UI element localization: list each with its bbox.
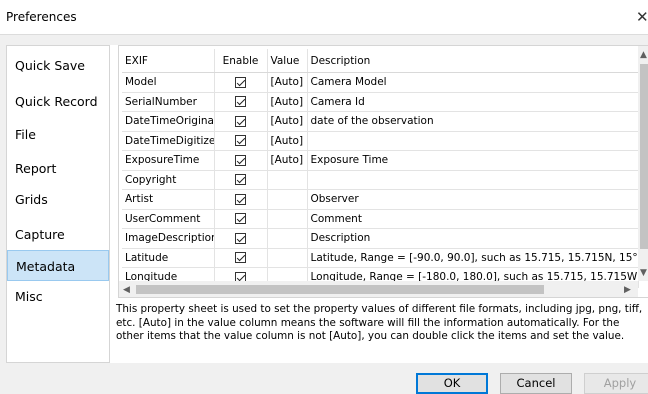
sidebar-item-capture[interactable]: Capture	[7, 219, 109, 250]
exif-tag-cell: ImageDescription	[122, 228, 215, 249]
enable-checkbox[interactable]	[235, 193, 246, 205]
sidebar-item-metadata[interactable]: Metadata	[7, 250, 109, 281]
exif-tag-cell: DateTimeDigitized	[122, 131, 215, 151]
table-row[interactable]: ImageDescription Description	[122, 228, 639, 249]
value-cell[interactable]	[267, 248, 308, 268]
exif-table: EXIF Enable Value Description Model [Aut…	[122, 49, 639, 288]
value-cell[interactable]: [Auto]	[267, 111, 308, 132]
enable-checkbox[interactable]	[235, 96, 246, 108]
exif-tag-cell: Latitude	[122, 248, 215, 268]
sidebar-item-quick-record[interactable]: Quick Record	[7, 86, 109, 117]
description-cell[interactable]	[307, 131, 639, 151]
description-cell[interactable]: Camera Model	[307, 72, 639, 93]
column-header-exif[interactable]: EXIF	[122, 49, 215, 73]
exif-tag-cell: DateTimeOriginal	[122, 111, 215, 132]
table-row[interactable]: ExposureTime [Auto] Exposure Time	[122, 150, 639, 171]
enable-checkbox[interactable]	[235, 213, 246, 225]
enable-checkbox[interactable]	[235, 154, 246, 166]
value-cell[interactable]: [Auto]	[267, 72, 308, 93]
table-row[interactable]: Artist Observer	[122, 189, 639, 210]
exif-tag-cell: Model	[122, 72, 215, 93]
metadata-panel: EXIF Enable Value Description Model [Aut…	[110, 45, 648, 363]
enable-checkbox[interactable]	[235, 115, 246, 127]
description-cell[interactable]: Comment	[307, 209, 639, 229]
exif-tag-cell: UserComment	[122, 209, 215, 229]
description-cell[interactable]: Observer	[307, 189, 639, 210]
value-cell[interactable]: [Auto]	[267, 92, 308, 112]
description-cell[interactable]: Latitude, Range = [-90.0, 90.0], such as…	[307, 248, 639, 268]
window-title: Preferences	[6, 10, 77, 24]
sidebar-item-quick-save[interactable]: Quick Save	[7, 50, 109, 81]
value-cell[interactable]	[267, 228, 308, 249]
enable-cell	[214, 170, 268, 190]
scroll-left-icon[interactable]: ◀	[123, 285, 130, 295]
table-row[interactable]: Copyright	[122, 170, 639, 190]
dialog-body: Quick Save Quick Record File Report Grid…	[0, 34, 648, 369]
horizontal-scroll-thumb[interactable]	[136, 285, 544, 294]
value-cell[interactable]: [Auto]	[267, 150, 308, 171]
exif-tag-cell: Artist	[122, 189, 215, 210]
scroll-down-icon[interactable]: ▼	[640, 268, 647, 278]
enable-cell	[214, 72, 268, 93]
enable-cell	[214, 111, 268, 132]
sidebar-item-misc[interactable]: Misc	[7, 281, 109, 312]
cancel-button[interactable]: Cancel	[500, 373, 572, 394]
vertical-scrollbar[interactable]: ▲ ▼	[638, 46, 648, 281]
horizontal-scrollbar[interactable]: ◀ ▶	[119, 281, 638, 297]
value-cell[interactable]	[267, 170, 308, 190]
category-sidebar: Quick Save Quick Record File Report Grid…	[6, 45, 110, 363]
property-grid: EXIF Enable Value Description Model [Aut…	[118, 45, 648, 298]
table-header-row: EXIF Enable Value Description	[122, 49, 639, 73]
enable-cell	[214, 92, 268, 112]
enable-checkbox[interactable]	[235, 232, 246, 244]
table-row[interactable]: DateTimeDigitized [Auto]	[122, 131, 639, 151]
exif-tag-cell: Copyright	[122, 170, 215, 190]
apply-button[interactable]: Apply	[584, 373, 648, 394]
value-cell[interactable]	[267, 189, 308, 210]
ok-button[interactable]: OK	[416, 373, 488, 394]
description-cell[interactable]	[307, 170, 639, 190]
enable-cell	[214, 228, 268, 249]
enable-cell	[214, 189, 268, 210]
vertical-scroll-thumb[interactable]	[640, 64, 648, 249]
table-row[interactable]: UserComment Comment	[122, 209, 639, 229]
table-row[interactable]: SerialNumber [Auto] Camera Id	[122, 92, 639, 112]
description-cell[interactable]: date of the observation	[307, 111, 639, 132]
sidebar-item-file[interactable]: File	[7, 119, 109, 150]
enable-cell	[214, 150, 268, 171]
table-row[interactable]: Model [Auto] Camera Model	[122, 72, 639, 93]
value-cell[interactable]	[267, 209, 308, 229]
column-header-enable[interactable]: Enable	[214, 49, 268, 73]
column-header-description[interactable]: Description	[307, 49, 639, 73]
sidebar-item-report[interactable]: Report	[7, 153, 109, 184]
value-cell[interactable]: [Auto]	[267, 131, 308, 151]
close-icon[interactable]: ✕	[636, 8, 648, 26]
column-header-value[interactable]: Value	[267, 49, 308, 73]
scroll-right-icon[interactable]: ▶	[624, 285, 631, 295]
description-cell[interactable]: Camera Id	[307, 92, 639, 112]
scroll-up-icon[interactable]: ▲	[640, 50, 647, 60]
enable-checkbox[interactable]	[235, 76, 246, 88]
button-bar: OK Cancel Apply	[0, 368, 648, 394]
enable-cell	[214, 209, 268, 229]
enable-checkbox[interactable]	[235, 174, 246, 186]
enable-cell	[214, 248, 268, 268]
sidebar-item-grids[interactable]: Grids	[7, 184, 109, 215]
exif-tag-cell: ExposureTime	[122, 150, 215, 171]
enable-checkbox[interactable]	[235, 252, 246, 264]
help-text: This property sheet is used to set the p…	[116, 303, 643, 342]
exif-tag-cell: SerialNumber	[122, 92, 215, 112]
table-row[interactable]: Latitude Latitude, Range = [-90.0, 90.0]…	[122, 248, 639, 268]
table-row[interactable]: DateTimeOriginal [Auto] date of the obse…	[122, 111, 639, 132]
enable-checkbox[interactable]	[235, 135, 246, 147]
description-cell[interactable]: Exposure Time	[307, 150, 639, 171]
enable-cell	[214, 131, 268, 151]
title-bar: Preferences ✕	[0, 0, 648, 34]
description-cell[interactable]: Description	[307, 228, 639, 249]
